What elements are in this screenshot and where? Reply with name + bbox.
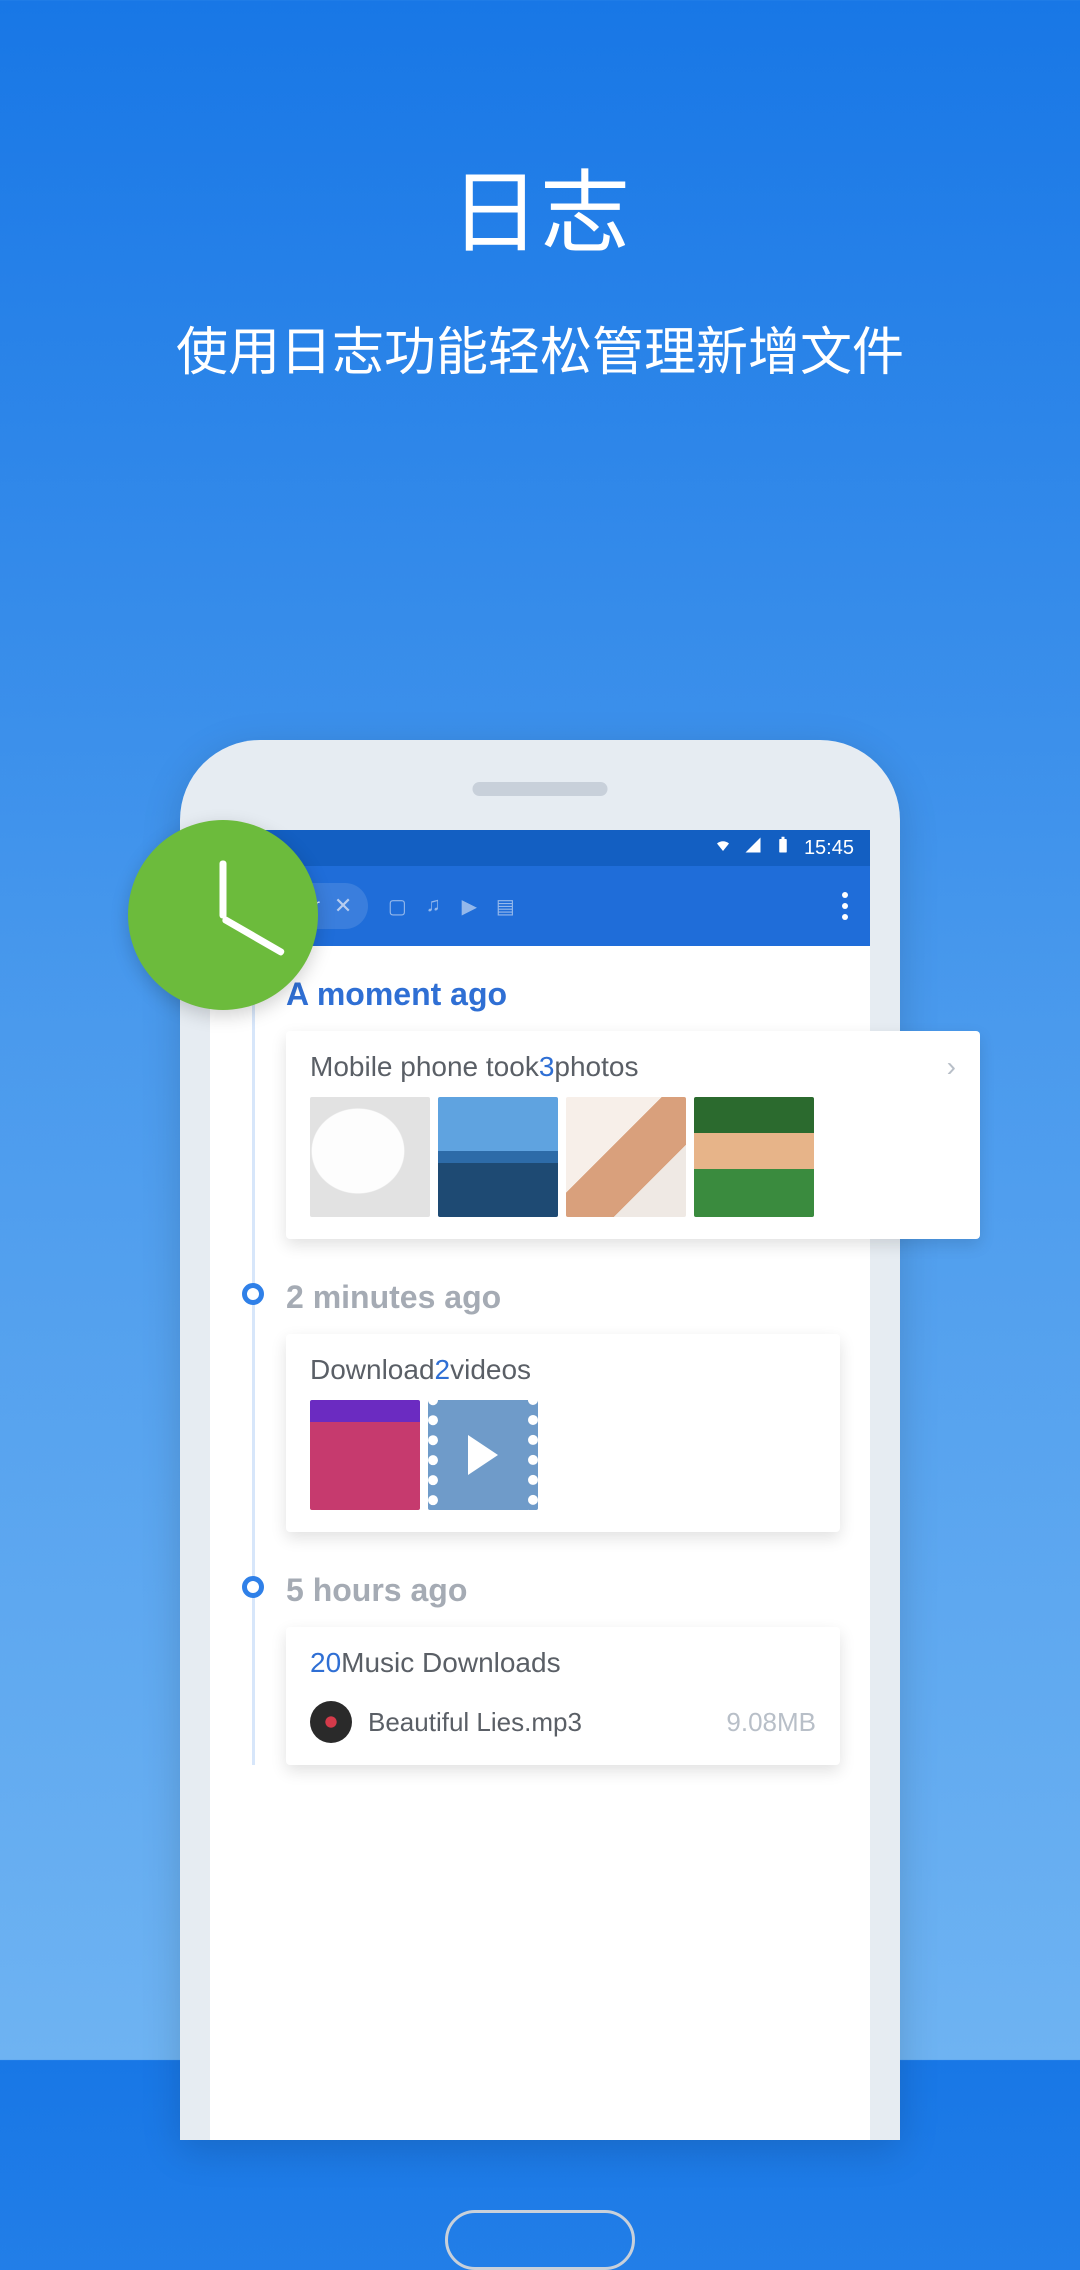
card-text-suffix: Music Downloads — [341, 1647, 560, 1679]
card-text-prefix: Download — [310, 1354, 435, 1386]
clock-icon — [128, 820, 318, 1010]
timeline: A moment ago Mobile phone took 3 photos … — [210, 946, 870, 1765]
timeline-section: A moment ago Mobile phone took 3 photos … — [246, 976, 870, 1239]
phone-home-button — [445, 2210, 635, 2270]
close-icon[interactable]: ✕ — [334, 893, 352, 919]
photo-thumbnail[interactable] — [438, 1097, 558, 1217]
log-card-header: 20 Music Downloads — [286, 1627, 840, 1693]
status-time: 15:45 — [804, 837, 854, 860]
log-card-music[interactable]: 20 Music Downloads Beautiful Lies.mp3 9.… — [286, 1627, 840, 1765]
document-icon[interactable]: ▤ — [494, 894, 516, 919]
image-icon[interactable]: ▢ — [386, 894, 408, 919]
signal-icon — [744, 836, 762, 860]
card-count: 3 — [539, 1051, 555, 1083]
video-icon[interactable]: ▶ — [458, 894, 480, 919]
disc-icon — [310, 1701, 352, 1743]
card-text-suffix: videos — [450, 1354, 531, 1386]
timeline-time-label: 5 hours ago — [286, 1572, 870, 1609]
log-card-photos[interactable]: Mobile phone took 3 photos › — [286, 1031, 980, 1239]
timeline-dot — [242, 1283, 264, 1305]
timeline-section: 2 minutes ago Download 2 videos — [246, 1279, 870, 1532]
card-text-prefix: Mobile phone took — [310, 1051, 539, 1083]
log-card-header: Mobile phone took 3 photos › — [286, 1031, 980, 1097]
timeline-dot — [242, 1576, 264, 1598]
photo-thumbnail[interactable] — [694, 1097, 814, 1217]
thumbnail-row — [286, 1400, 840, 1532]
timeline-time-label: 2 minutes ago — [286, 1279, 870, 1316]
music-filesize: 9.08MB — [726, 1707, 816, 1738]
toolbar-category-icons: ▢ ♫ ▶ ▤ — [386, 894, 516, 919]
music-icon[interactable]: ♫ — [422, 894, 444, 919]
photo-thumbnail[interactable] — [310, 1097, 430, 1217]
page-subtitle: 使用日志功能轻松管理新增文件 — [0, 310, 1080, 385]
overflow-menu-icon[interactable] — [834, 892, 856, 920]
card-count: 2 — [435, 1354, 451, 1386]
phone-speaker — [473, 782, 608, 796]
video-thumbnail[interactable] — [310, 1400, 420, 1510]
music-filename: Beautiful Lies.mp3 — [368, 1707, 582, 1738]
phone-screen: 15:45 Logger ✕ ▢ ♫ ▶ ▤ A mo — [210, 830, 870, 2140]
card-text-suffix: photos — [554, 1051, 638, 1083]
video-thumbnail[interactable] — [428, 1400, 538, 1510]
wifi-icon — [714, 836, 732, 860]
timeline-section: 5 hours ago 20 Music Downloads Beautiful… — [246, 1572, 870, 1765]
page-title: 日志 — [0, 140, 1080, 270]
status-bar: 15:45 — [210, 830, 870, 866]
photo-thumbnail[interactable] — [566, 1097, 686, 1217]
log-card-header: Download 2 videos — [286, 1334, 840, 1400]
chevron-right-icon[interactable]: › — [947, 1051, 956, 1083]
battery-icon — [774, 836, 792, 860]
thumbnail-row — [286, 1097, 980, 1239]
music-row[interactable]: Beautiful Lies.mp3 9.08MB — [286, 1693, 840, 1765]
card-count: 20 — [310, 1647, 341, 1679]
timeline-time-label: A moment ago — [286, 976, 870, 1013]
log-card-videos[interactable]: Download 2 videos — [286, 1334, 840, 1532]
